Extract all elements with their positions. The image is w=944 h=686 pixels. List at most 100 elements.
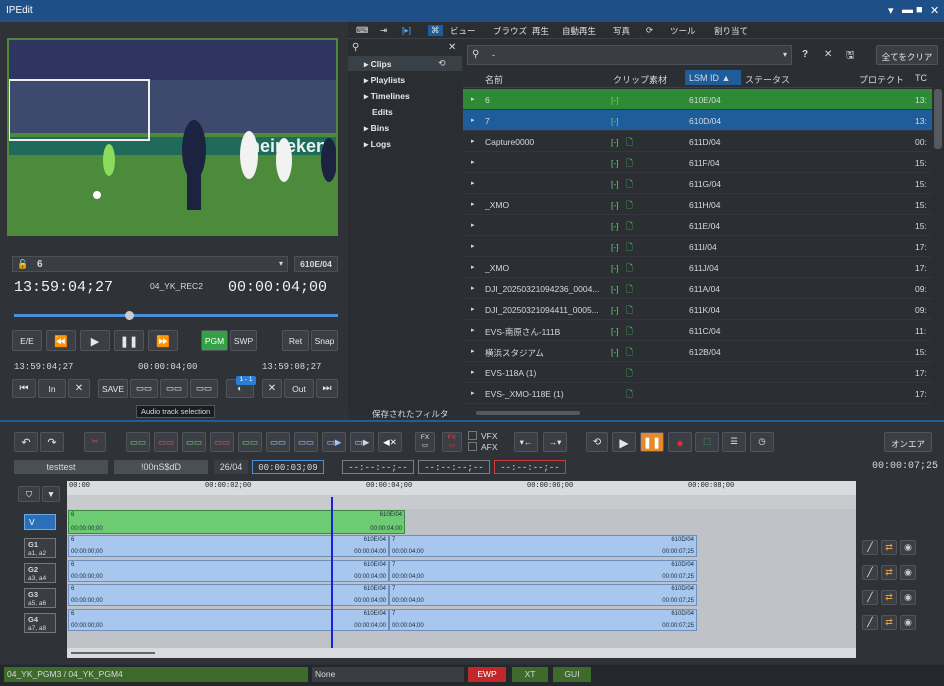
tools-menu[interactable]: ツール [670,25,696,37]
track-menu-icon[interactable]: ▼ [42,486,60,502]
minimize-icon[interactable]: ▬ [902,4,913,16]
audio-track-3-icon[interactable]: ▭▭ [190,379,218,398]
insert-icon[interactable]: ⇥ [380,25,387,36]
expand-icon[interactable]: ▸ [471,242,475,250]
replace-audio-icon[interactable]: ▭▭ [154,432,178,452]
delete-edit-icon[interactable]: ✂ [84,432,106,452]
audio-clip[interactable]: 7 610D/04 00:00:04;00 00:00:07;25 [389,535,697,557]
track-header-audio[interactable]: G3 a5, a6 [24,588,56,608]
expand-icon[interactable]: ▸ [471,116,475,124]
shield-icon[interactable]: ⛉ [18,486,40,502]
ewp-indicator[interactable]: EWP [468,667,506,682]
swap-icon[interactable]: ⇄ [881,590,897,605]
maximize-icon[interactable]: ■ [916,4,923,16]
grid-hscroll-thumb[interactable] [476,411,580,415]
expand-icon[interactable]: ▸ [471,284,475,292]
table-row[interactable]: ▸ [-] 🗋 611I/04 17: [463,236,932,257]
xt-indicator[interactable]: XT [512,667,548,682]
track-header-audio[interactable]: G2 a3, a4 [24,563,56,583]
snap-button[interactable]: Snap [311,330,338,351]
timeline-name[interactable]: testtest [14,460,108,474]
audio-clip[interactable]: 6 610E/04 00:00:00;00 00:00:04;00 [68,559,389,582]
tl-pause-button[interactable]: ❚❚ [640,432,664,452]
table-row[interactable]: ▸ DJI_20250321094411_0005... [-] 🗋 611K/04 09… [463,299,932,320]
track-header-audio[interactable]: G4 a7, a8 [24,613,56,633]
volume-icon[interactable]: ◉ [900,540,916,555]
audio-clip[interactable]: 6 610E/04 00:00:00;00 00:00:04;00 [68,608,389,631]
pen-icon[interactable]: ╱ [862,590,878,605]
volume-icon[interactable]: ◉ [900,565,916,580]
table-row[interactable]: ▸ _XMO [-] 🗋 611J/04 17: [463,257,932,278]
save-button[interactable]: SAVE [98,379,128,398]
track-header-v[interactable]: V [24,514,56,530]
mark-out-button[interactable]: Out [284,379,314,398]
timeline-code[interactable]: !00nS$dD [114,460,208,474]
fast-forward-button[interactable]: ⏩ [148,330,178,351]
mark-in-tl-icon[interactable]: ▾← [514,432,538,452]
table-row[interactable]: ▸ [-] 🗋 611F/04 15: [463,152,932,173]
delete-forward-icon[interactable]: ◀✕ [378,432,402,452]
sync-icon[interactable]: ⟲ [438,58,446,69]
expand-icon[interactable]: ▸ [471,305,475,313]
clip-selector[interactable]: 🔓 6 ▾ [12,256,288,272]
ee-button[interactable]: E/E [12,330,42,351]
tree-item-edits[interactable]: Edits [372,107,393,117]
audio-clip[interactable]: 6 610E/04 00:00:00;00 00:00:04;00 [68,584,389,606]
insert-audio-icon[interactable]: ▭▭ [126,432,150,452]
expand-icon[interactable]: ▸ [471,158,475,166]
rewind-button[interactable]: ⏪ [46,330,76,351]
gui-indicator[interactable]: GUI [553,667,591,682]
in-tc-field[interactable]: --:--:--;-- [342,460,414,474]
table-row[interactable]: ▸ EVS-118A (1) 🗋 17: [463,362,932,383]
expand-icon[interactable]: ▸ [471,263,475,271]
browse-button[interactable]: ブラウズ [493,25,527,37]
play-button[interactable]: ▶ [80,330,110,351]
tl-play-button[interactable]: ▶ [612,432,636,452]
table-row[interactable]: ▸ Capture0000 [-] 🗋 611D/04 00: [463,131,932,152]
duration-tc-field[interactable]: --:--:--;-- [494,460,566,474]
table-row[interactable]: ▸ [-] 🗋 611G/04 15: [463,173,932,194]
grid-vscroll[interactable] [932,69,944,410]
pen-icon[interactable]: ╱ [862,615,878,630]
zoom-slider[interactable] [71,652,155,654]
go-to-out-icon[interactable]: ⏭ [316,379,338,398]
swap-icon[interactable]: ⇄ [881,540,897,555]
refresh-icon[interactable]: ⟳ [646,25,653,36]
record-button[interactable]: ● [668,432,692,452]
pause-button[interactable]: ❚❚ [114,330,144,351]
photo-button[interactable]: 写真 [613,25,630,37]
audio-track-1-icon[interactable]: ▭▭ [130,379,158,398]
timeline-ruler[interactable]: 00:00 00:00:02;00 00:00:04;00 00:00:06;0… [67,481,856,495]
tree-item-logs[interactable]: ▸ Logs [364,139,391,150]
go-to-in-icon[interactable]: ⏮ [12,379,36,398]
redo-icon[interactable]: ↷ [40,432,64,452]
track-header-audio[interactable]: G1 a1, a2 [24,538,56,558]
split-icon[interactable]: [▸] [402,25,411,36]
help-icon[interactable]: ? [802,49,808,60]
search-bar[interactable]: ⚲ - ▾ [467,45,792,65]
table-row[interactable]: ▸ DJI_20250321094236_0004... [-] 🗋 611A/04 09… [463,278,932,299]
volume-icon[interactable]: ◉ [900,590,916,605]
afx-checkbox[interactable] [468,442,477,451]
lift-icon[interactable]: ▭▭ [294,432,318,452]
audio-clip[interactable]: 6 610E/04 00:00:00;00 00:00:04;00 [68,535,389,557]
expand-icon[interactable]: ▸ [471,179,475,187]
table-row[interactable]: ▸ EVS-_XMO-118E (1) 🗋 17: [463,383,932,404]
play-menu[interactable]: 再生 [532,25,549,37]
col-status[interactable]: ステータス [745,73,790,86]
insert-all-icon[interactable]: ▭▭ [182,432,206,452]
autoplay-button[interactable]: 自動再生 [562,25,596,37]
ripple-icon[interactable]: ▭▶ [350,432,374,452]
col-lsm-id[interactable]: LSM ID ▲ [685,70,741,85]
playhead[interactable] [331,497,333,648]
expand-icon[interactable]: ▸ [471,95,475,103]
search-dropdown-icon[interactable]: ▾ [783,50,787,59]
tree-item-playlists[interactable]: ▸ Playlists [364,75,405,86]
view-menu[interactable]: ビュー [450,25,476,37]
swap-icon[interactable]: ⇄ [881,565,897,580]
expand-icon[interactable]: ▸ [471,221,475,229]
clear-search-icon[interactable]: ✕ [824,49,832,60]
table-row[interactable]: ▸ 7 [-] 610D/04 13: [463,110,932,131]
list-icon[interactable]: ☰ [722,432,746,452]
pen-icon[interactable]: ╱ [862,565,878,580]
